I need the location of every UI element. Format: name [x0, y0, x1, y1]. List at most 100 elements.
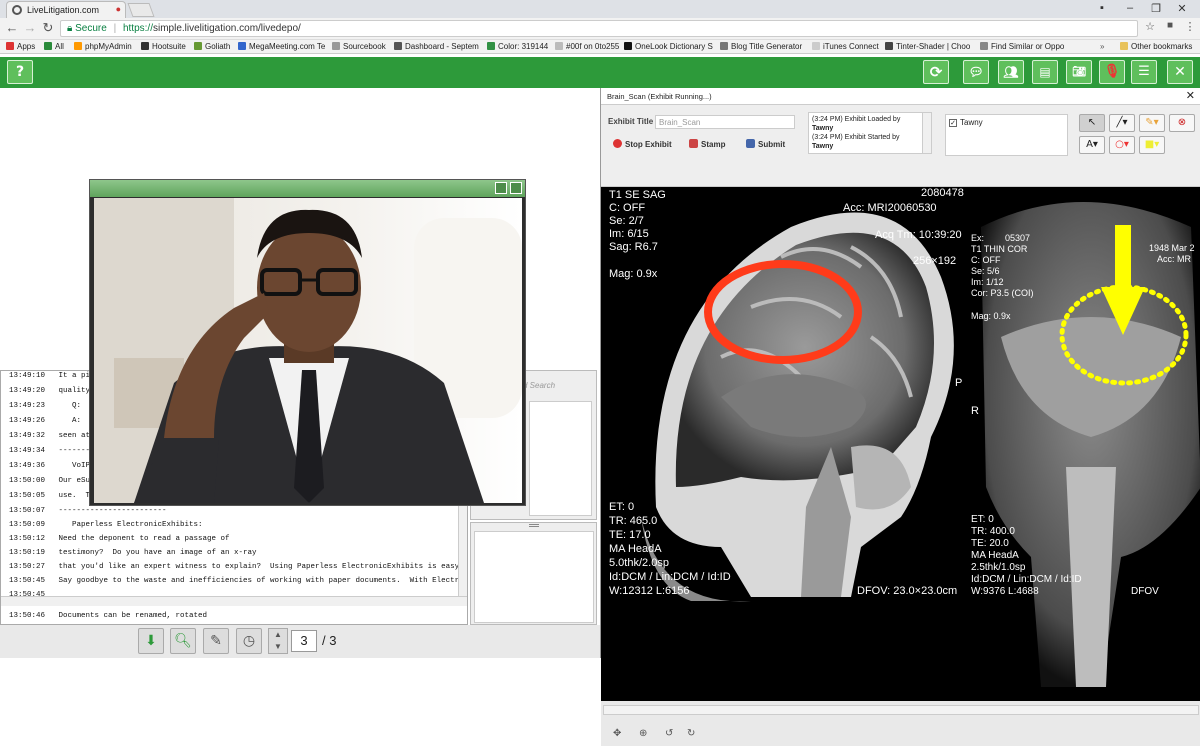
bookmark-other[interactable]: Other bookmarks [1120, 42, 1192, 51]
profile-icon[interactable]: ▪ [1090, 2, 1114, 14]
mri-right-cor: Cor: P3.5 (COI) [971, 288, 1034, 298]
bookmark-tinter-shader[interactable]: Tinter-Shader | Choo [885, 42, 970, 51]
search-icon[interactable]: 🔍︎ [170, 628, 196, 654]
exhibit-close-icon[interactable]: ✕ [1186, 89, 1195, 102]
download-arrow-icon[interactable]: ⬇ [138, 628, 164, 654]
browser-tab[interactable]: LiveLitigation.com ● [6, 1, 126, 18]
video-fullscreen-icon[interactable] [510, 182, 522, 194]
bookmark-0to255[interactable]: #00f on 0to255 [555, 42, 619, 51]
mri-right-im: Im: 1/12 [971, 277, 1004, 287]
bookmark-all[interactable]: All [44, 42, 64, 51]
edit-note-icon[interactable]: ✎ [203, 628, 229, 654]
bookmark-icon [487, 42, 495, 50]
participant-checkbox[interactable]: ✓ [949, 119, 957, 127]
text-tool-button[interactable]: A▾ [1079, 136, 1105, 154]
ellipse-tool-icon[interactable]: ○▾ [1109, 136, 1135, 154]
address-bar[interactable]: 🔒︎ Secure | https://simple.livelitigatio… [60, 20, 1138, 37]
bookmark-apps[interactable]: Apps [6, 42, 35, 51]
stamp-button[interactable]: Stamp [689, 139, 725, 149]
reload-icon[interactable]: ↻ [40, 20, 56, 36]
video-layout-icon[interactable] [495, 182, 507, 194]
pane-resize-handle[interactable] [529, 524, 539, 527]
bookmark-megameeting[interactable]: MegaMeeting.com Te [238, 42, 325, 51]
video-window[interactable] [89, 179, 526, 506]
bookmark-sourcebook[interactable]: Sourcebook [332, 42, 386, 51]
highlight-color-icon[interactable]: ■▾ [1139, 136, 1165, 154]
microphone-icon[interactable]: 🎙︎ [1099, 60, 1125, 84]
bookmark-itunes[interactable]: iTunes Connect [812, 42, 879, 51]
star-icon[interactable]: ☆ [1142, 20, 1158, 33]
page-stepper[interactable]: ▲ ▼ [268, 628, 288, 654]
mri-right-side-r: R [971, 405, 979, 417]
mri-left-dfov: DFOV: 23.0×23.0cm [857, 585, 958, 597]
transcript-line: 13:49:10 It a pic [9, 372, 95, 380]
log-scrollbar[interactable] [922, 113, 931, 153]
transcript-lines-icon[interactable]: ☰ [1131, 60, 1157, 84]
exhibit-activity-log[interactable]: (3:24 PM) Exhibit Loaded by Tawny (3:24 … [808, 112, 932, 154]
bookmark-icon [720, 42, 728, 50]
rotate-left-icon[interactable]: ↺ [665, 728, 673, 739]
bookmark-color[interactable]: Color: 319144 [487, 42, 548, 51]
exhibit-title-field[interactable]: Brain_Scan [655, 115, 795, 129]
stop-exhibit-button[interactable]: Stop Exhibit [613, 139, 672, 149]
yellow-arrow-shaft[interactable] [1115, 225, 1131, 289]
mri-left-mag: Mag: 0.9x [609, 268, 658, 280]
line-tool-icon[interactable]: ╱▾ [1109, 114, 1135, 132]
tab-close-icon[interactable]: ● [116, 4, 121, 14]
transcript-horizontal-scrollbar[interactable] [1, 596, 467, 606]
page-number-input[interactable]: 3 [291, 630, 317, 652]
menu-icon[interactable]: ⋮ [1182, 20, 1198, 33]
refresh-icon[interactable]: ⟳ [923, 60, 949, 84]
browser-toolbar: ← → ↻ 🔒︎ Secure | https://simple.livelit… [0, 18, 1200, 40]
bookmark-phpmyadmin[interactable]: phpMyAdmin [74, 42, 132, 51]
bookmark-blog-title[interactable]: Blog Title Generator [720, 42, 802, 51]
mri-left-et: ET: 0 [609, 501, 635, 513]
exhibit-horizontal-scrollbar[interactable] [603, 705, 1199, 715]
app-close-button[interactable]: ✕ [1167, 60, 1193, 84]
mri-right-series: T1 THIN COR [971, 244, 1028, 254]
search-input[interactable]: d Search [523, 381, 595, 393]
transcript-line: 13:50:46 Documents can be renamed, rotat… [9, 612, 208, 620]
bookmark-goliath[interactable]: Goliath [194, 42, 230, 51]
maximize-icon[interactable]: ❐ [1144, 2, 1168, 15]
help-button[interactable]: ? [7, 60, 33, 84]
participants-icon[interactable]: 👥︎ [998, 60, 1024, 84]
mri-left-side-p: P [955, 377, 963, 389]
bookmark-dashboard[interactable]: Dashboard - Septem [394, 42, 479, 51]
transcript-line: 13:49:23 Q: I [9, 402, 95, 410]
exhibit-mri-image[interactable]: T1 SE SAG C: OFF Se: 2/7 Im: 6/15 Sag: R… [601, 187, 1200, 701]
mri-right-thk: 2.5thk/1.0sp [971, 562, 1026, 573]
clear-annotations-icon[interactable]: ⊗ [1169, 114, 1195, 132]
mri-right-ex: Ex: [971, 233, 985, 243]
notes-textarea[interactable] [474, 531, 594, 623]
back-arrow-icon[interactable]: ← [4, 20, 20, 35]
move-icon[interactable]: ✥ [613, 728, 621, 739]
mri-right-ex-number: 05307 [1005, 233, 1031, 243]
zoom-icon[interactable]: ⊕ [639, 728, 647, 739]
bookmark-onelook[interactable]: OneLook Dictionary S [624, 42, 713, 51]
bookmark-find-similar[interactable]: Find Similar or Oppo [980, 42, 1064, 51]
mri-right-wl: W:9376 L:4688 [971, 586, 1039, 597]
extension-icon[interactable]: ■ [1162, 20, 1178, 31]
document-icon[interactable]: ▤ [1032, 60, 1058, 84]
search-results-list[interactable] [529, 401, 592, 516]
camera-icon[interactable]: 📷︎ [1066, 60, 1092, 84]
minimize-icon[interactable]: – [1118, 2, 1142, 14]
submit-button[interactable]: Submit [746, 139, 785, 149]
chat-icon[interactable]: 💬︎ [963, 60, 989, 84]
pointer-tool-icon[interactable]: ↖ [1079, 114, 1105, 132]
clock-icon[interactable]: ◷ [236, 628, 262, 654]
window-close-icon[interactable]: ✕ [1170, 2, 1194, 15]
exhibit-title-bar: Brain_Scan (Exhibit Running...) ✕ [601, 88, 1200, 105]
transcript-line: 13:49:32 seen at [9, 432, 91, 440]
bookmarks-overflow-icon[interactable]: » [1100, 42, 1104, 51]
video-title-bar[interactable] [90, 180, 525, 197]
new-tab-button[interactable] [127, 3, 155, 17]
bookmark-icon [394, 42, 402, 50]
bookmark-icon [812, 42, 820, 50]
mri-left-sag: Sag: R6.7 [609, 241, 658, 253]
rotate-right-icon[interactable]: ↻ [687, 728, 695, 739]
forward-arrow-icon[interactable]: → [22, 20, 38, 35]
pencil-tool-icon[interactable]: ✎▾ [1139, 114, 1165, 132]
bookmark-hootsuite[interactable]: Hootsuite [141, 42, 186, 51]
